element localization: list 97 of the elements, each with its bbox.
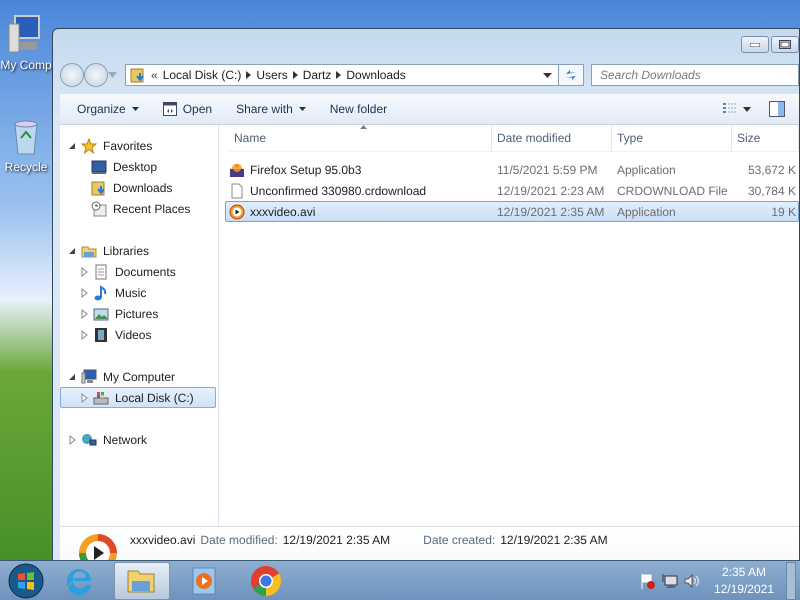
- navigation-item[interactable]: Music: [60, 282, 216, 303]
- size-cell-text: 53,672 K: [746, 162, 797, 176]
- column-header[interactable]: Date modified: [492, 125, 612, 151]
- refresh-icon: [564, 68, 578, 82]
- expanded-arrow-icon[interactable]: [67, 246, 77, 256]
- collapsed-arrow-icon[interactable]: [79, 308, 89, 318]
- windows-logo-icon: [8, 562, 44, 598]
- documents-icon: [93, 264, 109, 280]
- column-header[interactable]: Type: [612, 125, 732, 151]
- file-name: Unconfirmed 330980.crdownload: [250, 184, 426, 198]
- navigation-item[interactable]: My Computer: [60, 366, 216, 387]
- type-cell-text: Application: [616, 162, 677, 176]
- navigation-item[interactable]: Local Disk (C:): [60, 387, 216, 408]
- toolbar-button[interactable]: Organize: [68, 98, 148, 120]
- collapsed-arrow-icon[interactable]: [79, 330, 89, 340]
- recent-icon: [91, 200, 107, 216]
- navigation-item[interactable]: Recent Places: [60, 198, 216, 219]
- folder-icon: [130, 67, 146, 83]
- computer-icon: [81, 368, 97, 384]
- downloads-icon: [91, 180, 107, 196]
- date-cell-text: 12/19/2021 2:35 AM: [496, 204, 606, 218]
- maximize-button[interactable]: [771, 36, 799, 53]
- breadcrumb-item[interactable]: Downloads: [346, 68, 406, 82]
- media-file-icon: [229, 204, 245, 220]
- chevron-icon[interactable]: [336, 71, 342, 79]
- taskbar-button[interactable]: [114, 562, 170, 600]
- type-cell-text: CRDOWNLOAD File: [616, 184, 729, 198]
- caret-icon: [298, 107, 306, 111]
- network-icon[interactable]: [662, 572, 678, 588]
- address-bar[interactable]: « Local Disk (C:) Users Dartz Downloads: [125, 64, 559, 86]
- navigation-item[interactable]: Downloads: [60, 177, 216, 198]
- size-cell-text: 19 K: [770, 204, 797, 218]
- type-cell-text: Application: [616, 204, 677, 218]
- caret-icon[interactable]: [543, 72, 552, 78]
- collapsed-arrow-icon[interactable]: [79, 266, 89, 276]
- chevron-icon[interactable]: [246, 71, 252, 79]
- start-button[interactable]: [8, 562, 46, 600]
- date-cell-text: 12/19/2021 2:23 AM: [496, 184, 606, 198]
- column-header[interactable]: Name: [229, 125, 492, 151]
- collapsed-arrow-icon[interactable]: [79, 392, 89, 402]
- field-label: Date modified:: [200, 533, 278, 547]
- breadcrumb-item[interactable]: Dartz: [302, 68, 332, 82]
- collapsed-arrow-icon[interactable]: [67, 434, 77, 444]
- toolbar-button[interactable]: Open: [154, 98, 222, 120]
- file-row[interactable]: Firefox Setup 95.0b3 11/5/2021 5:59 PM Application 53,672 K: [225, 159, 799, 180]
- file-name: Firefox Setup 95.0b3: [250, 162, 362, 176]
- clock-time: 2:35 AM: [722, 564, 766, 580]
- network-icon: [81, 432, 97, 448]
- caret-icon: [132, 107, 139, 111]
- minimize-icon: [750, 42, 760, 46]
- file-row[interactable]: xxxvideo.avi 12/19/2021 2:35 AM Application 19 K: [225, 201, 799, 222]
- sort-arrow-icon: [360, 125, 367, 129]
- file-name: xxxvideo.avi: [250, 204, 316, 218]
- date-cell-text: 11/5/2021 5:59 PM: [496, 162, 599, 176]
- minimize-button[interactable]: [741, 36, 769, 53]
- file-name: xxxvideo.avi: [130, 533, 196, 547]
- favorites-icon: [81, 138, 97, 154]
- refresh-button[interactable]: [558, 64, 584, 86]
- speaker-icon[interactable]: [684, 572, 700, 588]
- view-options-icon[interactable]: [723, 103, 751, 115]
- chevron-icon[interactable]: [292, 71, 298, 79]
- expanded-arrow-icon[interactable]: [67, 372, 77, 382]
- maximize-icon: [779, 40, 791, 49]
- window-icon: [162, 102, 177, 116]
- expanded-arrow-icon[interactable]: [67, 140, 77, 150]
- desktop-icon: [91, 158, 107, 174]
- back-button[interactable]: [60, 63, 84, 87]
- field-value: 12/19/2021 2:35 AM: [500, 533, 608, 547]
- navigation-item[interactable]: Favorites: [60, 135, 216, 156]
- breadcrumb-item[interactable]: Users: [256, 68, 288, 82]
- navigation-item[interactable]: Network: [60, 429, 216, 450]
- field-label: Date created:: [423, 533, 496, 547]
- overflow-chevron[interactable]: «: [151, 68, 158, 82]
- forward-button[interactable]: [84, 63, 108, 87]
- disk-icon: [93, 390, 109, 406]
- navigation-item[interactable]: Desktop: [60, 156, 216, 177]
- collapsed-arrow-icon[interactable]: [79, 288, 89, 298]
- music-icon: [93, 284, 109, 300]
- field-value: 12/19/2021 2:35 AM: [282, 533, 390, 547]
- installer-icon: [229, 162, 245, 178]
- navigation-item[interactable]: Pictures: [60, 303, 216, 324]
- file-row[interactable]: Unconfirmed 330980.crdownload 12/19/2021 2:23 AM CRDOWNLOAD File 30,784 K: [225, 180, 799, 201]
- size-cell-text: 30,784 K: [746, 184, 797, 198]
- flag-icon[interactable]: [640, 572, 656, 588]
- toolbar-button[interactable]: New folder: [320, 98, 396, 120]
- preview-pane-icon[interactable]: [769, 101, 785, 117]
- clock-date: 12/19/2021: [714, 580, 774, 598]
- file-icon: [229, 182, 245, 198]
- toolbar-button[interactable]: Share with: [227, 98, 315, 120]
- navigation-item[interactable]: Libraries: [60, 240, 216, 261]
- search-field[interactable]: Search Downloads: [591, 64, 799, 86]
- navigation-item[interactable]: Documents: [60, 261, 216, 282]
- breadcrumb-item[interactable]: Local Disk (C:): [162, 68, 242, 82]
- navigation-item[interactable]: Videos: [60, 324, 216, 345]
- column-header[interactable]: Size: [732, 125, 799, 151]
- pictures-icon: [93, 306, 109, 322]
- videos-icon: [93, 326, 109, 342]
